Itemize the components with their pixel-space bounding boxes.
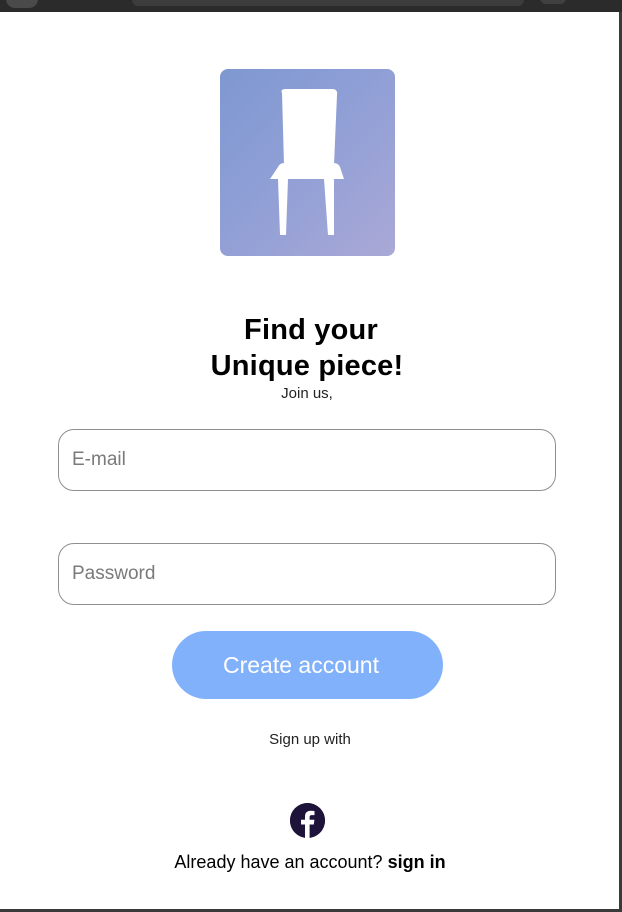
- password-input[interactable]: [72, 544, 542, 604]
- sign-up-with-label: Sign up with: [269, 731, 351, 748]
- window-top-bar: [0, 0, 622, 12]
- facebook-signup-button[interactable]: [290, 803, 325, 838]
- chair-icon: [270, 89, 344, 235]
- window-control: [540, 0, 566, 4]
- sign-in-row: Already have an account? sign in: [0, 851, 620, 873]
- sign-in-prompt: Already have an account?: [174, 852, 388, 872]
- sign-in-link[interactable]: sign in: [388, 852, 446, 872]
- headline-line-1: Find your: [244, 314, 378, 346]
- password-field[interactable]: [58, 543, 556, 605]
- window-control: [6, 0, 38, 8]
- create-account-button[interactable]: Create account: [172, 631, 443, 699]
- address-bar: [132, 0, 524, 6]
- headline-line-2: Unique piece!: [210, 350, 404, 382]
- facebook-icon: [290, 803, 325, 838]
- subtitle: Join us,: [281, 385, 333, 402]
- email-input[interactable]: [72, 430, 542, 490]
- email-field[interactable]: [58, 429, 556, 491]
- app-logo: [220, 69, 395, 256]
